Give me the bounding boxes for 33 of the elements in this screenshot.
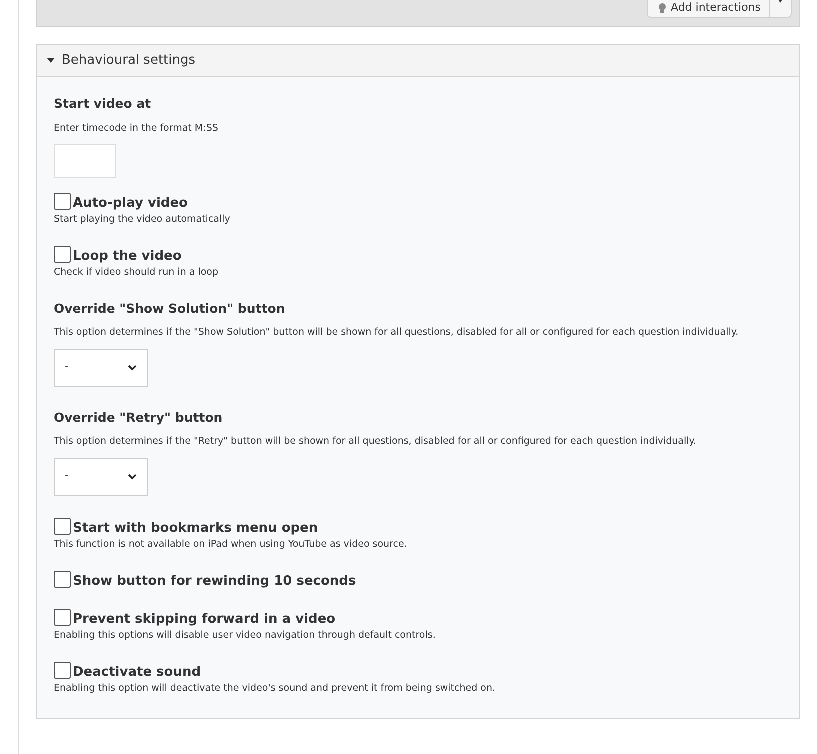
select-field[interactable]: - — [54, 348, 148, 386]
checkbox[interactable] — [54, 518, 71, 534]
field-description: Start playing the video automatically — [54, 213, 232, 227]
checkbox[interactable] — [54, 662, 71, 679]
caret-icon — [778, 0, 783, 3]
checkbox[interactable] — [54, 246, 71, 264]
chevron-down-icon — [128, 474, 137, 480]
checkbox-label: Start with bookmarks menu open — [73, 522, 318, 534]
field-description: Check if video should run in a loop — [54, 266, 220, 280]
field-label: Start video at — [54, 95, 152, 113]
checkbox-label: Loop the video — [73, 250, 182, 264]
field-label: Override "Show Solution" button — [54, 300, 286, 318]
section-toggle[interactable]: Behavioural settings — [37, 45, 799, 77]
chevron-down-icon — [128, 364, 137, 370]
select-field[interactable]: - — [54, 458, 148, 496]
field-description: This function is not available on iPad when using YouTube as video source. — [54, 538, 408, 552]
checkbox[interactable] — [54, 193, 71, 210]
field-description: This option determines if the "Show Solution" button will be shown for all questions, disabled for all or configured for each question individually. — [54, 326, 740, 340]
checkbox-label: Show button for rewinding 10 seconds — [73, 574, 356, 588]
lightbulb-icon — [658, 2, 667, 14]
field-description: Enabling this option will deactivate the video's sound and prevent it from being switched on. — [54, 682, 497, 696]
caret-down-icon — [47, 58, 55, 63]
input-field[interactable] — [54, 144, 116, 178]
checkbox[interactable] — [54, 608, 71, 626]
add-interactions-button[interactable]: Add interactions — [646, 0, 792, 18]
checkbox-label: Prevent skipping forward in a video — [73, 612, 336, 626]
field-label: Override "Retry" button — [54, 408, 224, 427]
checkbox-label: Deactivate sound — [73, 666, 202, 679]
field-description: Enter timecode in the format M:SS — [54, 122, 220, 136]
checkbox[interactable] — [54, 570, 71, 588]
field-description: This option determines if the "Retry" button will be shown for all questions, disabled for all or configured for each question individually. — [54, 435, 698, 450]
field-description: Enabling this options will disable user video navigation through default controls. — [54, 628, 437, 643]
checkbox-label: Auto-play video — [73, 197, 188, 210]
